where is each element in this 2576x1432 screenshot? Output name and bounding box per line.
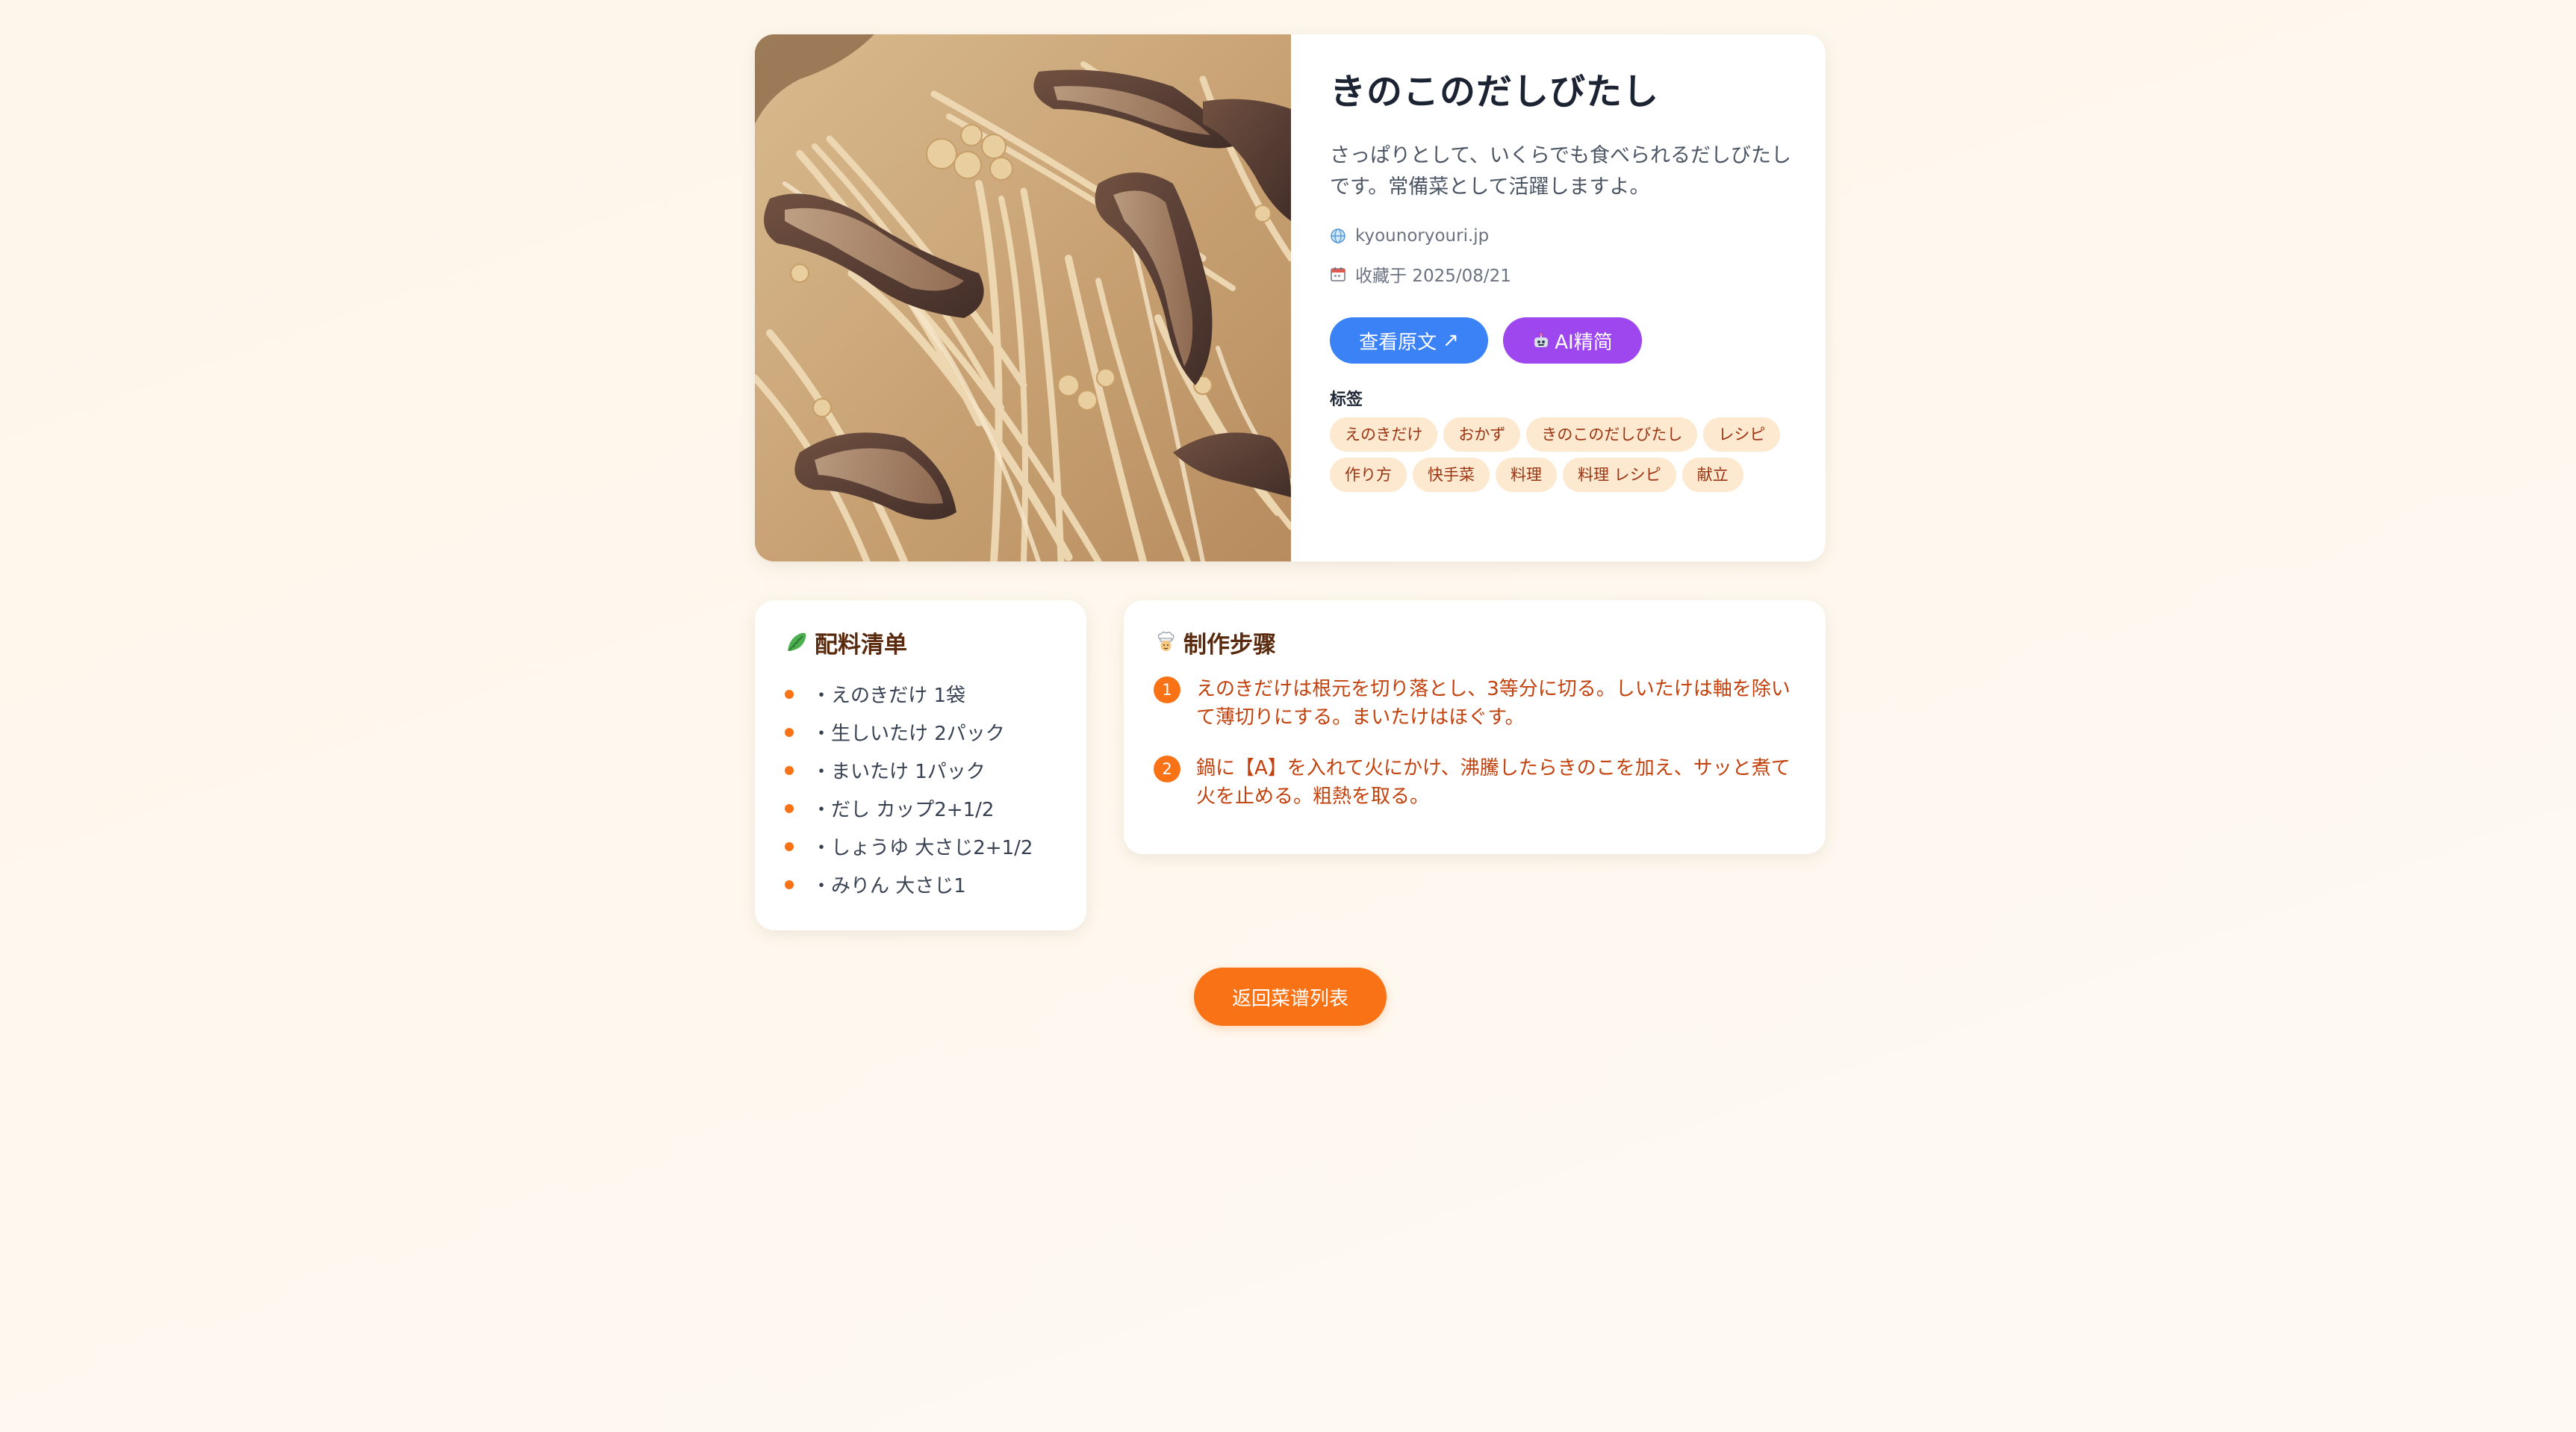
tag-list: えのきだけ おかず きのこのだしびたし レシピ 作り方 快手菜 料理 料理 レシ… xyxy=(1330,417,1793,492)
external-link-icon: ↗ xyxy=(1443,329,1459,352)
ingredient-item: ・だし カップ2+1/2 xyxy=(785,789,1057,827)
ingredient-text: ・だし カップ2+1/2 xyxy=(812,799,995,821)
globe-icon xyxy=(1330,228,1346,244)
tag-chip[interactable]: 作り方 xyxy=(1330,458,1407,492)
recipe-title: きのこのだしびたし xyxy=(1330,71,1660,113)
step-number-badge: 1 xyxy=(1154,676,1180,703)
tag-chip[interactable]: 料理 xyxy=(1496,458,1557,492)
saved-date-row: 收藏于 2025/08/21 xyxy=(1330,261,1793,287)
bullet-dot xyxy=(785,841,794,851)
tag-chip[interactable]: きのこのだしびたし xyxy=(1526,417,1698,452)
view-original-label: 查看原文 xyxy=(1359,331,1437,354)
footer-actions: 返回菜谱列表 xyxy=(755,968,1826,1026)
tag-chip[interactable]: 快手菜 xyxy=(1413,458,1490,492)
recipe-photo xyxy=(755,34,1291,561)
bullet-dot xyxy=(785,803,794,813)
leafy-green-icon xyxy=(785,630,809,654)
step-item: 1 えのきだけは根元を切り落とし、3等分に切る。しいたけは軸を除いて薄切りにする… xyxy=(1154,675,1796,732)
saved-date: 收藏于 2025/08/21 xyxy=(1355,267,1511,286)
ai-simplify-label: AI精简 xyxy=(1555,331,1613,354)
bullet-dot xyxy=(785,689,794,699)
tags-label: 标签 xyxy=(1330,390,1363,409)
tag-chip[interactable]: レシピ xyxy=(1703,417,1781,452)
back-to-list-button[interactable]: 返回菜谱列表 xyxy=(1194,968,1387,1026)
ingredient-item: ・生しいたけ 2パック xyxy=(785,713,1057,751)
calendar-icon xyxy=(1330,266,1346,282)
ingredient-item: ・まいたけ 1パック xyxy=(785,751,1057,789)
ingredients-card: 配料清单 ・えのきだけ 1袋 ・生しいたけ 2パック ・まいたけ 1パック ・だ… xyxy=(755,600,1086,930)
ingredient-item: ・えのきだけ 1袋 xyxy=(785,675,1057,713)
bullet-dot xyxy=(785,727,794,737)
recipe-info: きのこのだしびたし さっぱりとして、いくらでも食べられるだしびたしです。常備菜と… xyxy=(1291,34,1826,561)
source-domain: kyounoryouri.jp xyxy=(1355,226,1490,246)
step-item: 2 鍋に【A】を入れて火にかけ、沸騰したらきのこを加え、サッと煮て火を止める。粗… xyxy=(1154,754,1796,811)
bullet-dot xyxy=(785,880,794,889)
bullet-dot xyxy=(785,765,794,775)
robot-icon xyxy=(1532,332,1550,349)
steps-heading: 制作步骤 xyxy=(1154,626,1796,659)
recipe-hero-card: きのこのだしびたし さっぱりとして、いくらでも食べられるだしびたしです。常備菜と… xyxy=(755,34,1826,561)
ingredient-item: ・みりん 大さじ1 xyxy=(785,865,1057,903)
tag-chip[interactable]: おかず xyxy=(1443,417,1521,452)
steps-card: 制作步骤 1 えのきだけは根元を切り落とし、3等分に切る。しいたけは軸を除いて薄… xyxy=(1124,600,1826,854)
ingredient-text: ・まいたけ 1パック xyxy=(812,761,986,783)
recipe-detail-page: きのこのだしびたし さっぱりとして、いくらでも食べられるだしびたしです。常備菜と… xyxy=(755,34,1826,1026)
step-text: 鍋に【A】を入れて火にかけ、沸騰したらきのこを加え、サッと煮て火を止める。粗熱を… xyxy=(1196,757,1791,808)
ingredient-text: ・生しいたけ 2パック xyxy=(812,723,1005,745)
ai-simplify-button[interactable]: AI精简 xyxy=(1503,317,1642,364)
ingredient-text: ・えのきだけ 1袋 xyxy=(812,685,966,707)
ingredient-text: ・みりん 大さじ1 xyxy=(812,875,966,897)
ingredient-item: ・しょうゆ 大さじ2+1/2 xyxy=(785,827,1057,865)
view-original-button[interactable]: 查看原文 ↗ xyxy=(1330,317,1488,364)
recipe-description: さっぱりとして、いくらでも食べられるだしびたしです。常備菜として活躍しますよ。 xyxy=(1330,144,1792,199)
source-row: kyounoryouri.jp xyxy=(1330,222,1793,249)
chef-icon xyxy=(1154,630,1177,654)
tag-chip[interactable]: えのきだけ xyxy=(1330,417,1438,452)
steps-title: 制作步骤 xyxy=(1183,631,1276,659)
tag-chip[interactable]: 料理 レシピ xyxy=(1563,458,1676,492)
ingredient-text: ・しょうゆ 大さじ2+1/2 xyxy=(812,837,1033,859)
ingredients-title: 配料清单 xyxy=(815,631,907,659)
ingredient-list: ・えのきだけ 1袋 ・生しいたけ 2パック ・まいたけ 1パック ・だし カップ… xyxy=(785,675,1057,903)
step-text: えのきだけは根元を切り落とし、3等分に切る。しいたけは軸を除いて薄切りにする。ま… xyxy=(1196,678,1791,729)
tag-chip[interactable]: 献立 xyxy=(1681,458,1743,492)
action-buttons: 查看原文 ↗ AI精简 xyxy=(1330,317,1793,364)
recipe-details: 配料清单 ・えのきだけ 1袋 ・生しいたけ 2パック ・まいたけ 1パック ・だ… xyxy=(755,600,1826,930)
step-number-badge: 2 xyxy=(1154,756,1180,782)
ingredients-heading: 配料清单 xyxy=(785,626,1057,659)
